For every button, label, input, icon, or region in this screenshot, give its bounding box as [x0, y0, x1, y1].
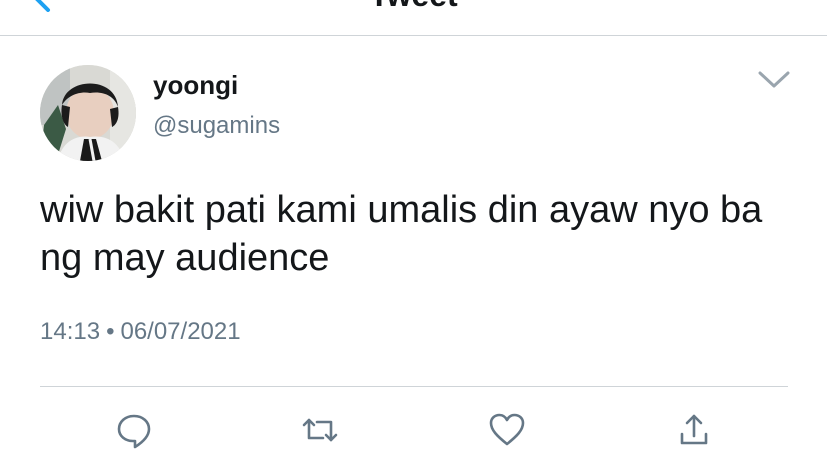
share-button[interactable] [674, 410, 714, 450]
page-title: Tweet [0, 0, 827, 14]
reply-icon [117, 414, 151, 449]
like-button[interactable] [487, 410, 527, 450]
author-handle[interactable]: @sugamins [153, 112, 280, 140]
more-options-button[interactable] [757, 68, 791, 92]
reply-button[interactable] [114, 410, 154, 450]
top-nav-bar: Tweet [0, 0, 827, 36]
avatar-image [40, 65, 136, 161]
author-name[interactable]: yoongi [153, 70, 238, 101]
chevron-down-icon [758, 71, 790, 88]
share-icon [680, 414, 708, 445]
retweet-button[interactable] [300, 410, 340, 450]
tweet-detail-screen: Tweet yoongi @sugamins wiw bakit pati ka… [0, 0, 827, 465]
retweet-icon [302, 418, 338, 442]
divider [40, 386, 788, 387]
heart-icon [489, 413, 525, 446]
tweet-date: 06/07/2021 [120, 318, 241, 345]
meta-separator: • [106, 318, 115, 345]
tweet-time: 14:13 [40, 318, 101, 345]
tweet-text: wiw bakit pati kami umalis din ayaw nyo … [40, 189, 763, 279]
tweet-timestamp: 14:13 • 06/07/2021 [40, 318, 241, 346]
avatar[interactable] [40, 65, 136, 161]
